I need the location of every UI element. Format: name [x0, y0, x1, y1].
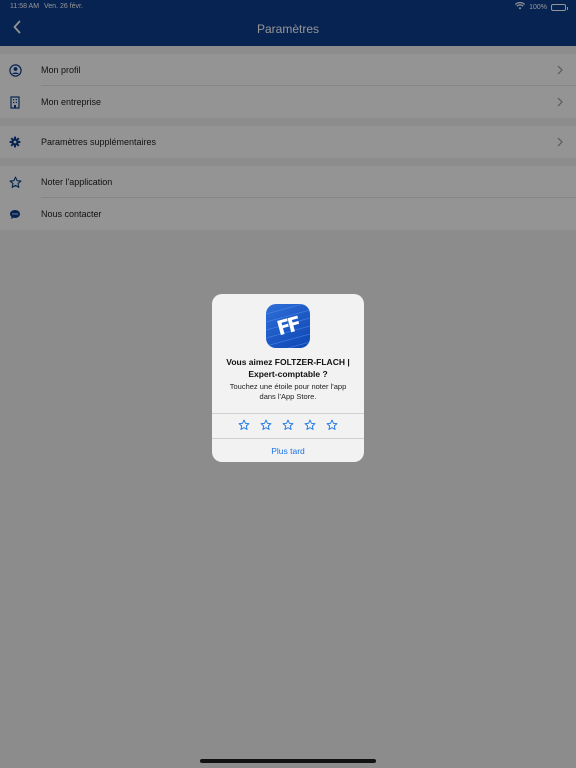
star-5-icon[interactable] [325, 418, 339, 432]
star-1-icon[interactable] [237, 418, 251, 432]
home-indicator [200, 759, 376, 763]
star-4-icon[interactable] [303, 418, 317, 432]
rating-alert: FF Vous aimez FOLTZER-FLACH | Expert-com… [212, 294, 364, 462]
later-button[interactable]: Plus tard [212, 439, 364, 462]
star-3-icon[interactable] [281, 418, 295, 432]
alert-title: Vous aimez FOLTZER-FLACH | Expert-compta… [226, 357, 350, 379]
rating-stars [212, 414, 364, 436]
star-2-icon[interactable] [259, 418, 273, 432]
alert-message: Touchez une étoile pour noter l'app dans… [229, 382, 347, 401]
app-icon: FF [266, 304, 310, 348]
